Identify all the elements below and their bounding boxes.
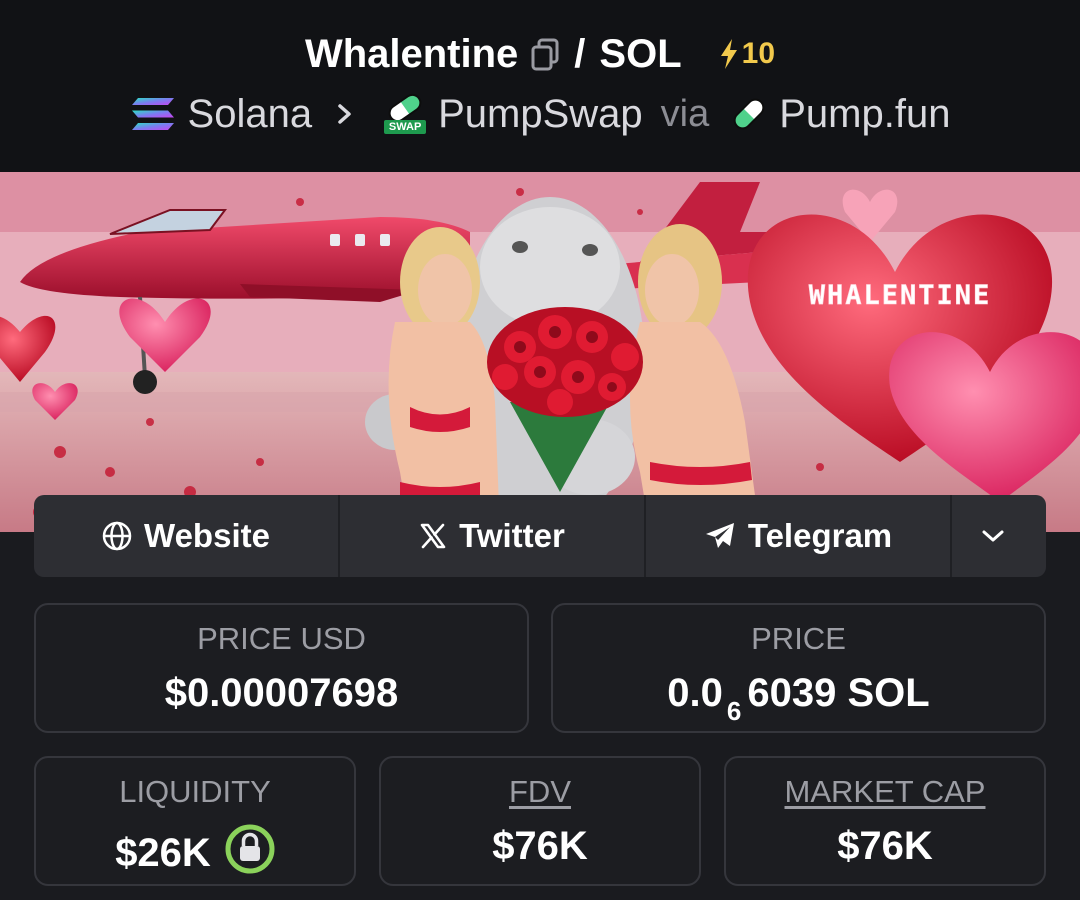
banner-text: WHALENTINE [809,280,992,311]
chain-name[interactable]: Solana [188,92,313,137]
pumpswap-icon: SWAP [382,92,428,136]
twitter-label: Twitter [459,517,565,554]
telegram-label: Telegram [747,517,893,554]
token-name: Whalentine [304,31,519,76]
pumpfun-pill-icon [733,98,765,130]
liquidity-value: $26K [115,831,211,875]
fdv-card[interactable]: FDV $76K [379,756,701,886]
banner-illustration: WHALENTINE [0,172,1080,532]
market-cap-value: $76K [837,824,933,868]
price-native-value: 0.0 6 6039 SOL [553,671,1044,726]
token-banner-image: WHALENTINE [0,172,1080,532]
more-links-button[interactable] [952,495,1046,577]
pair-separator: / [574,31,586,76]
price-suffix: 6039 SOL [747,671,930,715]
lightning-icon [720,39,737,69]
chevron-right-icon [338,104,351,124]
pair-title-row: Whalentine / SOL 10 [0,28,1080,80]
telegram-button[interactable]: Telegram [646,495,952,577]
quote-token: SOL [599,31,682,76]
fdv-label[interactable]: FDV [381,774,699,810]
pair-header: Whalentine / SOL 10 Solana SWAP PumpSwap… [0,0,1080,172]
website-button[interactable]: Website [34,495,340,577]
solana-icon [131,98,174,130]
website-label: Website [144,517,270,554]
market-cap-card[interactable]: MARKET CAP $76K [724,756,1046,886]
liquidity-value-row: $26K [36,824,354,876]
price-native-label: PRICE [751,621,846,656]
price-usd-value: $0.00007698 [164,671,399,715]
liquidity-label: LIQUIDITY [119,774,271,809]
price-native-card: PRICE 0.0 6 6039 SOL [551,603,1046,733]
via-label: via [660,92,710,135]
globe-icon [102,521,132,551]
boost-count: 10 [741,37,776,70]
market-cap-label[interactable]: MARKET CAP [726,774,1044,810]
social-links-bar: Website Twitter Telegram [34,495,1046,577]
twitter-button[interactable]: Twitter [340,495,646,577]
copy-icon[interactable] [530,37,560,71]
x-icon [420,523,446,549]
dex-badge: SWAP [388,121,422,133]
telegram-icon [705,523,734,548]
fdv-value: $76K [492,824,588,868]
price-zero-count: 6 [726,696,742,726]
price-usd-label: PRICE USD [197,621,366,656]
boost-badge[interactable]: 10 [718,37,775,71]
lock-icon[interactable] [225,824,275,874]
liquidity-card: LIQUIDITY $26K [34,756,356,886]
price-prefix: 0.0 [667,671,723,715]
price-usd-card: PRICE USD $0.00007698 [34,603,529,733]
chevron-down-icon [982,530,1004,542]
token-pair-page: Whalentine / SOL 10 Solana SWAP PumpSwap… [0,0,1080,900]
launchpad-name[interactable]: Pump.fun [779,92,950,137]
pair-breadcrumb: Solana SWAP PumpSwap via Pump.fun [0,90,1080,138]
dex-name[interactable]: PumpSwap [438,92,643,137]
